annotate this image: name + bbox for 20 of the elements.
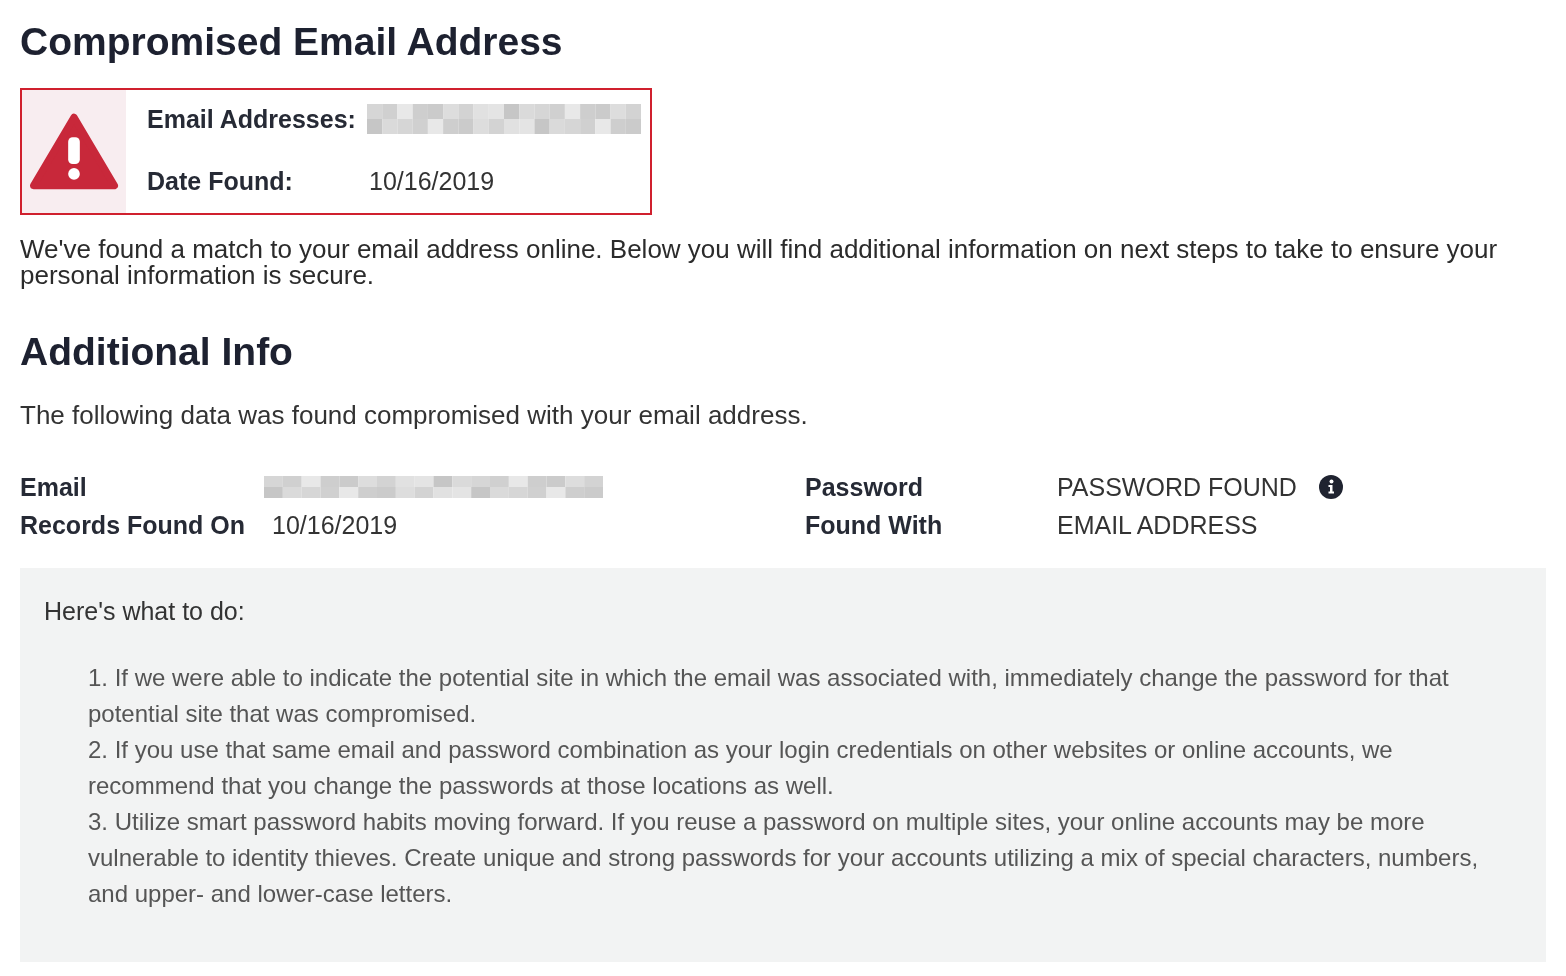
field-label: Date Found: xyxy=(147,166,294,196)
detail-label: Found With xyxy=(805,510,943,540)
section-heading: Additional Info xyxy=(20,329,293,375)
page-heading: Compromised Email Address xyxy=(20,19,563,65)
alert-message: We've found a match to your email address online. Below you will find additional information on next steps to take to ensure your personal information is secure. xyxy=(20,236,1499,288)
step-text: 1. If we were able to indicate the potential site in which the email was associated with, immediately change the password for that potential site that was compromised. xyxy=(88,663,1450,729)
step-text: 3. Utilize smart password habits moving forward. If you reuse a password on multiple sites, your online accounts may be more vulnerable to identity thieves. Create unique and strong passwords for your accounts utilizing a mix of special characters, numbers, and upper- and lower-case letters. xyxy=(88,807,1480,909)
section-intro: The following data was found compromised with your email address. xyxy=(20,400,808,430)
info-icon[interactable] xyxy=(1318,475,1343,499)
step-text: 2. If you use that same email and password combination as your login credentials on other websites or online accounts, we recommend that you change the passwords at those locations as well. xyxy=(88,735,1394,801)
detail-label: Email xyxy=(20,472,87,502)
detail-label: Records Found On xyxy=(20,510,245,540)
detail-value: EMAIL ADDRESS xyxy=(1057,510,1258,540)
next-steps-heading: Here's what to do: xyxy=(44,596,245,626)
warning-icon xyxy=(29,112,119,191)
detail-value: 10/16/2019 xyxy=(272,510,398,540)
field-label: Email Addresses: xyxy=(147,104,357,134)
detail-value: PASSWORD FOUND xyxy=(1057,472,1297,502)
detail-label: Password xyxy=(805,472,924,502)
field-value: 10/16/2019 xyxy=(369,166,495,196)
